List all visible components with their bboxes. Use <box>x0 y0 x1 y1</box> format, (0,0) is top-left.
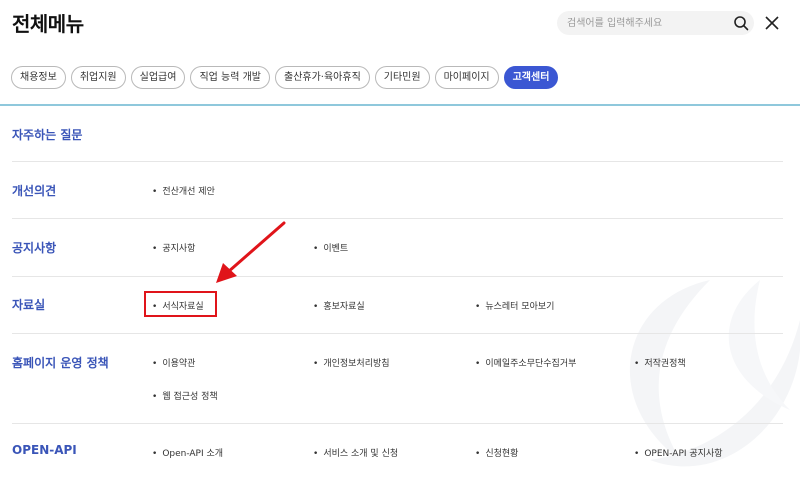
close-icon[interactable] <box>764 15 780 31</box>
section-improvement: 개선의견 • 전산개선 제안 <box>12 162 783 219</box>
tab-customer-center[interactable]: 고객센터 <box>503 66 559 89</box>
menu-link-promo-library[interactable]: • 홍보자료실 <box>313 299 365 312</box>
section-title-open-api[interactable]: OPEN-API <box>12 443 77 457</box>
section-title-improvement[interactable]: 개선의견 <box>12 182 56 199</box>
menu-link-terms[interactable]: • 이용약관 <box>152 356 195 369</box>
category-tabs: 채용정보 취업지원 실업급여 직업 능력 개발 출산휴가·육아휴직 기타민원 마… <box>11 66 559 89</box>
menu-link-events[interactable]: • 이벤트 <box>313 241 348 254</box>
section-open-api: OPEN-API • Open-API 소개 • 서비스 소개 및 신청 • 신청현황… <box>12 424 783 479</box>
section-title-faq[interactable]: 자주하는 질문 <box>12 126 82 143</box>
section-title-resources[interactable]: 자료실 <box>12 296 45 313</box>
section-title-notices[interactable]: 공지사항 <box>12 239 56 256</box>
section-notices: 공지사항 • 공지사항 • 이벤트 <box>12 219 783 277</box>
tab-employment-support[interactable]: 취업지원 <box>70 66 126 89</box>
menu-link-application-status[interactable]: • 신청현황 <box>475 446 518 459</box>
menu-link-privacy-policy[interactable]: • 개인정보처리방침 <box>313 356 390 369</box>
menu-link-service-apply[interactable]: • 서비스 소개 및 신청 <box>313 446 398 459</box>
tab-my-page[interactable]: 마이페이지 <box>434 66 499 89</box>
tab-maternity-parental-leave[interactable]: 출산휴가·육아휴직 <box>275 66 370 89</box>
page-title: 전체메뉴 <box>12 12 84 36</box>
menu-link-open-api-notices[interactable]: • OPEN-API 공지사항 <box>634 446 723 459</box>
menu-link-copyright-policy[interactable]: • 저작권정책 <box>634 356 686 369</box>
search-icon[interactable] <box>733 15 749 31</box>
menu-link-system-improvement[interactable]: • 전산개선 제안 <box>152 184 215 197</box>
section-faq: 자주하는 질문 <box>12 106 783 162</box>
section-title-site-policies[interactable]: 홈페이지 운영 정책 <box>12 354 109 371</box>
highlight-box <box>144 291 217 317</box>
section-resources: 자료실 • 서식자료실 • 홍보자료실 • 뉴스레터 모아보기 <box>12 277 783 334</box>
search-input[interactable] <box>567 11 727 35</box>
menu-link-open-api-intro[interactable]: • Open-API 소개 <box>152 446 223 459</box>
tab-unemployment-benefit[interactable]: 실업급여 <box>130 66 186 89</box>
menu-link-newsletter[interactable]: • 뉴스레터 모아보기 <box>475 299 554 312</box>
search-box[interactable] <box>557 11 754 35</box>
menu-link-notices[interactable]: • 공지사항 <box>152 241 195 254</box>
menu-link-email-collection-refusal[interactable]: • 이메일주소무단수집거부 <box>475 356 576 369</box>
tab-job-info[interactable]: 채용정보 <box>11 66 66 89</box>
menu-link-accessibility-policy[interactable]: • 웹 접근성 정책 <box>152 389 218 402</box>
arrow-annotation <box>216 221 286 283</box>
section-site-policies: 홈페이지 운영 정책 • 이용약관 • 개인정보처리방침 • 이메일주소무단수집거부 … <box>12 334 783 424</box>
tab-other-petitions[interactable]: 기타민원 <box>374 66 430 89</box>
tab-skill-development[interactable]: 직업 능력 개발 <box>190 66 270 89</box>
